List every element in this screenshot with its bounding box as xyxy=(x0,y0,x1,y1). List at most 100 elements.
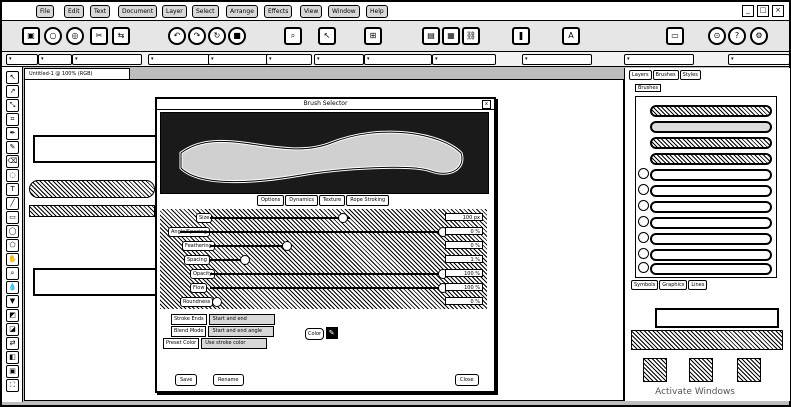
slider-knob-spacing[interactable] xyxy=(240,255,250,265)
hand-tool-icon[interactable]: ✋ xyxy=(6,253,19,266)
prop-brush-dropdown[interactable]: ▾ xyxy=(208,54,268,65)
zoom-icon[interactable]: ⌕ xyxy=(284,27,302,45)
brush-item[interactable] xyxy=(638,261,773,275)
bookmark-icon[interactable]: ❚ xyxy=(512,27,530,45)
brush-item[interactable] xyxy=(638,231,773,245)
slider-opacity[interactable] xyxy=(210,273,442,275)
fill-color-icon[interactable]: ◪ xyxy=(6,323,19,336)
canvas-stroke-3[interactable] xyxy=(29,205,155,217)
value-roundness[interactable]: 0 % xyxy=(445,297,483,305)
transform-icon[interactable]: ⊞ xyxy=(364,27,382,45)
fill-swatch[interactable] xyxy=(689,358,713,382)
stroke-swatch[interactable] xyxy=(643,358,667,382)
brush-item[interactable] xyxy=(638,215,773,229)
brush-tool-icon[interactable]: ✎ xyxy=(6,141,19,154)
rectangle-tool-icon[interactable]: ▭ xyxy=(6,211,19,224)
align-icon[interactable]: ▤ xyxy=(422,27,440,45)
slider-feathering[interactable] xyxy=(210,245,288,247)
menu-text[interactable]: Text xyxy=(90,5,111,18)
default-colors-icon[interactable]: ◧ xyxy=(6,351,19,364)
prop-width-dropdown[interactable]: ▾ xyxy=(72,54,142,65)
brush-item[interactable] xyxy=(638,199,773,213)
value-angle[interactable]: 0 % xyxy=(445,227,483,235)
layout-icon[interactable]: ▭ xyxy=(666,27,684,45)
prop-style-dropdown[interactable]: ▾ xyxy=(148,54,210,65)
grid-icon[interactable]: ⊙ xyxy=(708,27,726,45)
prop-transform-dropdown[interactable]: ▾ xyxy=(522,54,592,65)
menu-file[interactable]: File xyxy=(36,5,55,18)
brush-item[interactable] xyxy=(638,103,773,117)
ellipse-tool-icon[interactable]: ◯ xyxy=(6,225,19,238)
value-opacity[interactable]: 100 % xyxy=(445,269,483,277)
panel-tab-layers[interactable]: Layers xyxy=(629,70,652,80)
value-size[interactable]: 100 px xyxy=(445,213,483,221)
gradient-swatch[interactable] xyxy=(737,358,761,382)
opt-value-preset-color[interactable]: Use stroke color xyxy=(201,338,268,349)
group-icon[interactable]: ▦ xyxy=(442,27,460,45)
stop-icon[interactable]: ■ xyxy=(228,27,246,45)
color-picker[interactable]: Color ✎ xyxy=(305,327,338,340)
prop-opacity-dropdown[interactable]: ▾ xyxy=(266,54,312,65)
swap-colors-icon[interactable]: ⇄ xyxy=(6,337,19,350)
text-icon[interactable]: A xyxy=(562,27,580,45)
text-tool-icon[interactable]: T xyxy=(6,183,19,196)
panel-tab-graphics[interactable]: Graphics xyxy=(659,280,688,290)
brush-item[interactable] xyxy=(638,183,773,197)
brush-item[interactable] xyxy=(638,135,773,149)
panel-tab-styles[interactable]: Styles xyxy=(679,70,701,80)
dialog-close-button[interactable]: Close xyxy=(455,374,479,386)
menu-view[interactable]: View xyxy=(300,5,323,18)
polygon-tool-icon[interactable]: ⬠ xyxy=(6,239,19,252)
value-flow[interactable]: 100 % xyxy=(445,283,483,291)
menu-arrange[interactable]: Arrange xyxy=(226,5,258,18)
tab-texture[interactable]: Texture xyxy=(318,195,346,206)
panel-tab-symbols[interactable]: Symbols xyxy=(631,280,659,290)
view-mode-icon[interactable]: ▣ xyxy=(6,365,19,378)
fill-tool-icon[interactable]: ▼ xyxy=(6,295,19,308)
minimize-icon[interactable]: _ xyxy=(742,5,754,17)
select-icon[interactable]: ↖ xyxy=(318,27,336,45)
slider-knob-feathering[interactable] xyxy=(282,241,292,251)
cut-icon[interactable]: ✂ xyxy=(90,27,108,45)
subselect-tool-icon[interactable]: ↗ xyxy=(6,85,19,98)
prop-align-dropdown[interactable]: ▾ xyxy=(364,54,432,65)
menu-layer[interactable]: Layer xyxy=(162,5,187,18)
value-spacing[interactable]: 1 % xyxy=(445,255,483,263)
opt-value-stroke-ends[interactable]: Start and end xyxy=(208,314,275,325)
panel-tab-brushes[interactable]: Brushes xyxy=(652,70,679,80)
prop-panel-dropdown[interactable]: ▾ xyxy=(624,54,694,65)
canvas-stroke-4[interactable] xyxy=(33,268,157,296)
zoom-tool-icon[interactable]: ⌕ xyxy=(6,267,19,280)
pen-tool-icon[interactable]: ✒ xyxy=(6,127,19,140)
menu-window[interactable]: Window xyxy=(328,5,360,18)
menu-help[interactable]: Help xyxy=(366,5,388,18)
new-document-icon[interactable]: ▣ xyxy=(22,27,40,45)
eyedropper-icon[interactable]: ✎ xyxy=(325,327,338,339)
slider-angle[interactable] xyxy=(180,231,442,233)
line-tool-icon[interactable]: ╱ xyxy=(6,197,19,210)
refresh-icon[interactable]: ↻ xyxy=(208,27,226,45)
tab-dynamics[interactable]: Dynamics xyxy=(285,195,318,206)
menu-edit[interactable]: Edit xyxy=(64,5,84,18)
pointer-tool-icon[interactable]: ↖ xyxy=(6,71,19,84)
crop-tool-icon[interactable]: ⌗ xyxy=(6,113,19,126)
slider-knob-roundness[interactable] xyxy=(212,297,222,307)
blur-tool-icon[interactable]: ◌ xyxy=(6,169,19,182)
brush-item[interactable] xyxy=(638,247,773,261)
menu-select[interactable]: Select xyxy=(192,5,219,18)
redo-icon[interactable]: ↷ xyxy=(188,27,206,45)
undo-icon[interactable]: ↶ xyxy=(168,27,186,45)
eraser-tool-icon[interactable]: ⌫ xyxy=(6,155,19,168)
menu-document[interactable]: Document xyxy=(118,5,158,18)
brush-item[interactable] xyxy=(638,151,773,165)
scale-tool-icon[interactable]: ⤡ xyxy=(6,99,19,112)
link-icon[interactable]: ⛓ xyxy=(462,27,480,45)
tab-rope-stroking[interactable]: Rope Stroking xyxy=(346,195,390,206)
stroke-color-icon[interactable]: ◩ xyxy=(6,309,19,322)
canvas-stroke-2[interactable] xyxy=(29,180,155,198)
close-icon[interactable]: × xyxy=(772,5,784,17)
prop-effect-dropdown[interactable]: ▾ xyxy=(432,54,496,65)
open-icon[interactable]: ○ xyxy=(44,27,62,45)
maximize-icon[interactable]: □ xyxy=(757,5,769,17)
fullscreen-icon[interactable]: ⛶ xyxy=(6,379,19,392)
